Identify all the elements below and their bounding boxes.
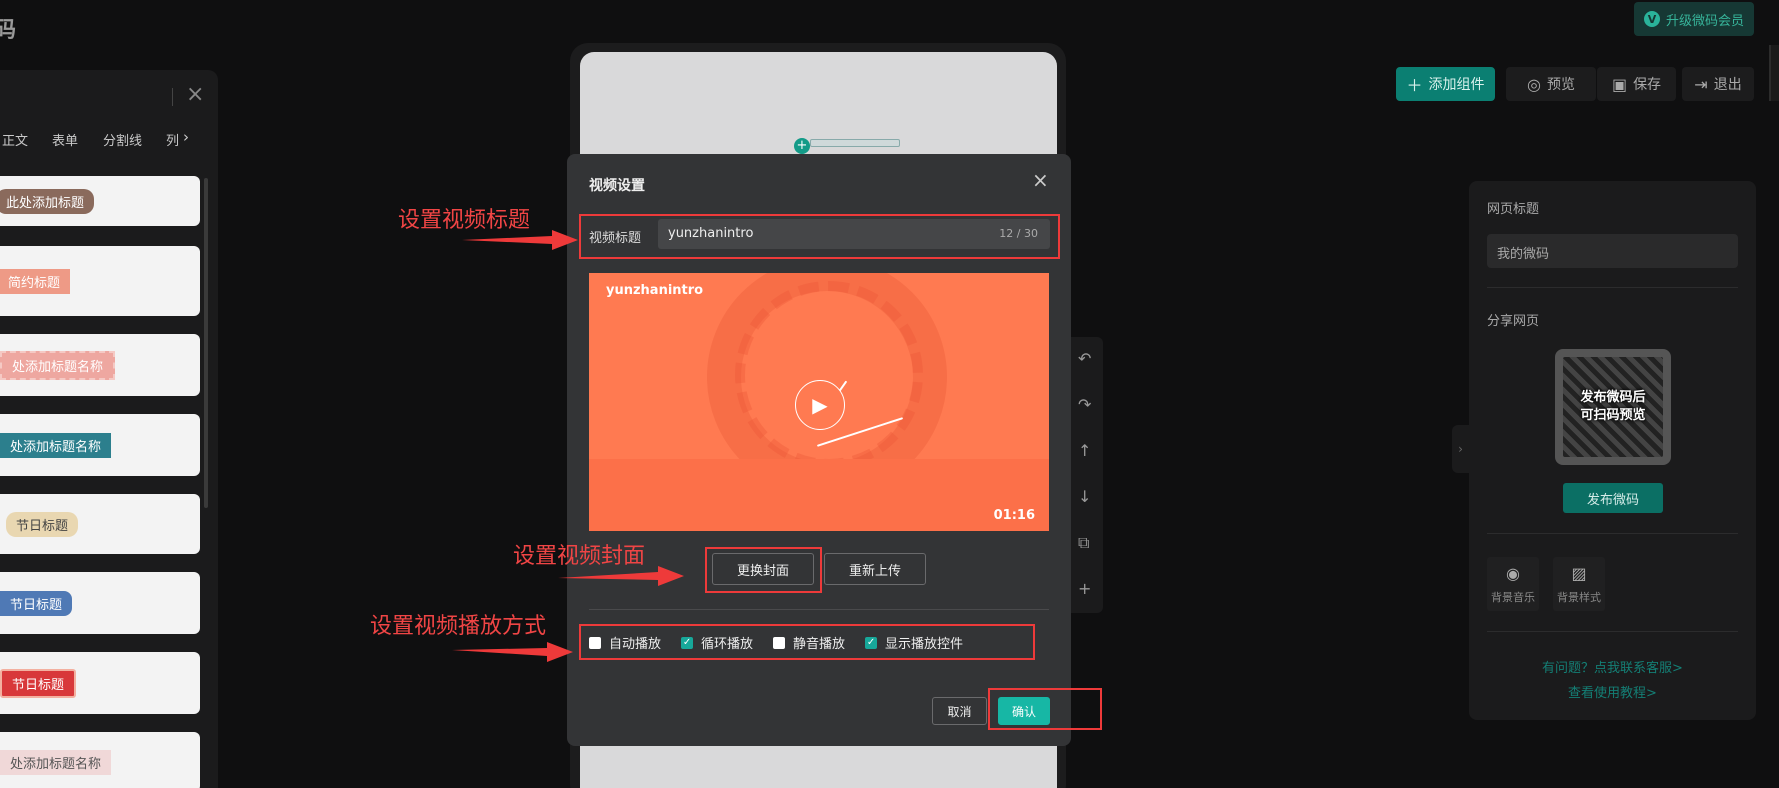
template-label: 此处添加标题 (0, 188, 95, 214)
annotation-box-cover (705, 547, 822, 593)
undo-icon[interactable]: ↶ (1078, 349, 1091, 368)
reupload-button[interactable]: 重新上传 (824, 553, 926, 585)
publish-button[interactable]: 发布微码 (1563, 483, 1663, 513)
page-title-input[interactable]: 我的微码 (1487, 234, 1738, 268)
divider (1487, 533, 1738, 534)
add-component-label: 添加组件 (1428, 77, 1485, 93)
pattern-icon: ▨ (1571, 563, 1587, 583)
cover-floor-band (589, 459, 1049, 531)
annotation-box-confirm (988, 688, 1102, 730)
exit-button[interactable]: ⇥ 退出 (1682, 67, 1754, 101)
tab-columns[interactable]: 列 (166, 130, 179, 149)
plus-icon: ＋ (1406, 76, 1423, 95)
page-title: 码 (0, 18, 17, 43)
template-card[interactable]: 处添加标题名称 (0, 414, 200, 476)
video-duration: 01:16 (993, 508, 1035, 523)
video-overlay-title: yunzhanintro (606, 283, 704, 298)
component-panel: × 正文 表单 分割线 列 › 此处添加标题 简约标题 处添加标题名称 处添加标… (0, 70, 218, 788)
play-icon[interactable]: ▶ (795, 380, 845, 430)
page-title-label: 网页标题 (1487, 202, 1540, 217)
music-disc-icon: ◉ (1506, 563, 1520, 583)
insert-plus-icon[interactable]: + (794, 138, 810, 154)
bg-music-button[interactable]: ◉ 背景音乐 (1487, 557, 1539, 611)
annotation-playback-note: 设置视频播放方式 (370, 614, 547, 639)
upgrade-label: 升级微码会员 (1665, 13, 1744, 29)
add-icon[interactable]: + (1078, 579, 1091, 598)
template-label: 处添加标题名称 (0, 350, 116, 380)
tab-text[interactable]: 正文 (2, 130, 28, 149)
qr-hint-line2: 可扫码预览 (1580, 408, 1646, 423)
template-card[interactable]: 处添加标题名称 (0, 334, 200, 396)
move-down-icon[interactable]: ↓ (1078, 487, 1091, 506)
close-icon[interactable]: × (1032, 168, 1049, 192)
divider (1487, 631, 1738, 632)
vip-badge-icon: V (1643, 11, 1660, 27)
template-label: 简约标题 (0, 268, 71, 294)
save-icon: ▣ (1611, 74, 1628, 94)
preview-label: 预览 (1546, 77, 1575, 93)
template-card[interactable]: 节日标题 (0, 652, 200, 714)
tab-divider[interactable]: 分割线 (103, 130, 142, 149)
template-label: 处添加标题名称 (0, 749, 112, 775)
duplicate-icon[interactable]: ⧉ (1078, 533, 1089, 553)
contact-support-link[interactable]: 有问题？点我联系客服> (1469, 657, 1756, 676)
qr-code-placeholder: 发布微码后 可扫码预览 (1555, 349, 1671, 465)
template-card[interactable]: 节日标题 (0, 572, 200, 634)
template-label: 节日标题 (0, 668, 77, 698)
redo-icon[interactable]: ↷ (1078, 395, 1091, 414)
canvas-side-toolbar: ↶ ↷ ↑ ↓ ⧉ + (1068, 337, 1103, 613)
exit-label: 退出 (1713, 77, 1742, 93)
qr-hint-line1: 发布微码后 (1580, 390, 1646, 405)
video-preview[interactable]: yunzhanintro ▶ 01:16 (589, 273, 1049, 531)
share-label: 分享网页 (1487, 314, 1540, 329)
cancel-button[interactable]: 取消 (932, 697, 987, 725)
template-card[interactable]: 节日标题 (0, 494, 200, 554)
panel-scrollbar[interactable] (204, 178, 208, 508)
window-edge-scrollbar[interactable] (1769, 45, 1779, 101)
template-card[interactable]: 简约标题 (0, 246, 200, 316)
template-label: 处添加标题名称 (0, 432, 112, 458)
chevron-right-icon[interactable]: › (183, 128, 189, 146)
bg-style-button[interactable]: ▨ 背景样式 (1553, 557, 1605, 611)
eye-icon: ◎ (1527, 74, 1541, 94)
divider (1487, 287, 1738, 288)
page-settings-panel: 网页标题 我的微码 分享网页 发布微码后 可扫码预览 发布微码 ◉ 背景音乐 ▨… (1469, 181, 1756, 720)
template-label: 节日标题 (6, 511, 79, 537)
tutorial-link[interactable]: 查看使用教程> (1469, 682, 1756, 701)
annotation-arrow (558, 566, 684, 586)
template-card[interactable]: 处添加标题名称 (0, 732, 200, 788)
add-component-button[interactable]: ＋ 添加组件 (1396, 67, 1495, 101)
annotation-box-playback (579, 624, 1035, 660)
bg-style-label: 背景样式 (1557, 590, 1601, 604)
qr-code-icon: 发布微码后 可扫码预览 (1563, 357, 1663, 457)
close-panel-icon[interactable]: × (186, 82, 204, 107)
tab-form[interactable]: 表单 (52, 130, 78, 149)
annotation-arrow (462, 230, 578, 250)
dialog-title: 视频设置 (589, 178, 645, 194)
right-panel-collapse-handle[interactable]: › (1452, 425, 1469, 473)
template-card[interactable]: 此处添加标题 (0, 176, 200, 226)
canvas-component-outline[interactable] (810, 139, 900, 147)
annotation-box-title (579, 214, 1060, 259)
template-label: 节日标题 (0, 590, 73, 616)
upgrade-member-button[interactable]: V 升级微码会员 (1634, 2, 1754, 36)
save-label: 保存 (1633, 77, 1662, 93)
panel-divider (172, 88, 173, 106)
move-up-icon[interactable]: ↑ (1078, 441, 1091, 460)
save-button[interactable]: ▣ 保存 (1597, 67, 1676, 101)
divider (589, 609, 1049, 610)
bg-music-label: 背景音乐 (1491, 590, 1535, 604)
annotation-arrow (452, 642, 573, 662)
preview-button[interactable]: ◎ 预览 (1506, 67, 1596, 101)
exit-icon: ⇥ (1694, 74, 1708, 94)
